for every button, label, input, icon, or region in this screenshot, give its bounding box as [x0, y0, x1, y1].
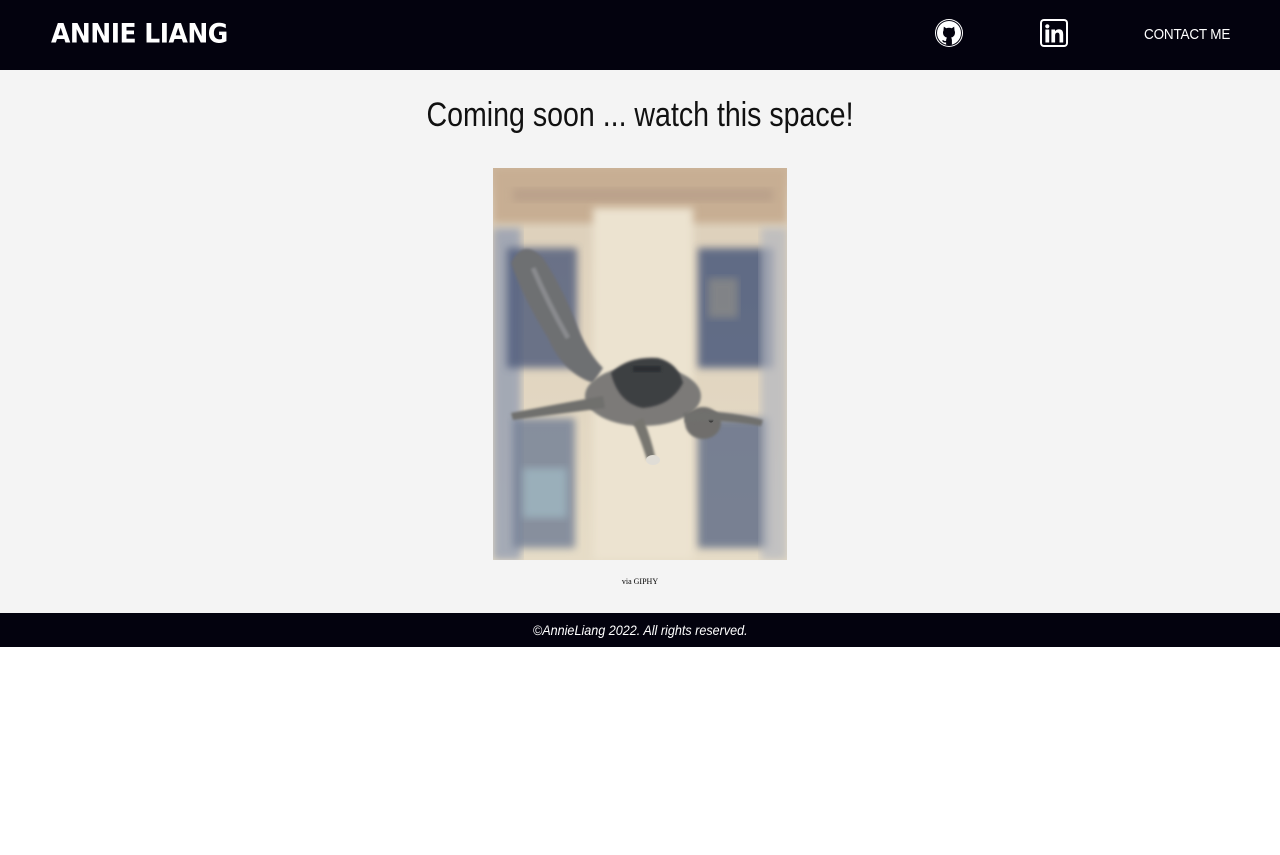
linkedin-link[interactable]: [1039, 18, 1069, 48]
linkedin-icon: [1040, 19, 1068, 47]
site-footer: ©AnnieLiang 2022. All rights reserved.: [0, 613, 1280, 647]
giphy-link[interactable]: GIPHY: [634, 577, 658, 586]
squirrel-gif: [493, 168, 787, 560]
brand-logo-link[interactable]: ANNIE LIANG: [51, 15, 228, 53]
top-navbar: ANNIE LIANG CONTACT ME: [0, 0, 1280, 70]
page-heading: Coming soon ... watch this space!: [426, 96, 854, 134]
credit-prefix: via: [621, 577, 632, 586]
github-link[interactable]: [934, 18, 964, 48]
flying-squirrel-image: [493, 168, 787, 560]
copyright-text: ©AnnieLiang 2022. All rights reserved.: [532, 622, 748, 638]
github-icon: [935, 19, 963, 47]
giphy-credit: via GIPHY: [0, 577, 1280, 586]
contact-me-link[interactable]: CONTACT ME: [1144, 25, 1230, 45]
